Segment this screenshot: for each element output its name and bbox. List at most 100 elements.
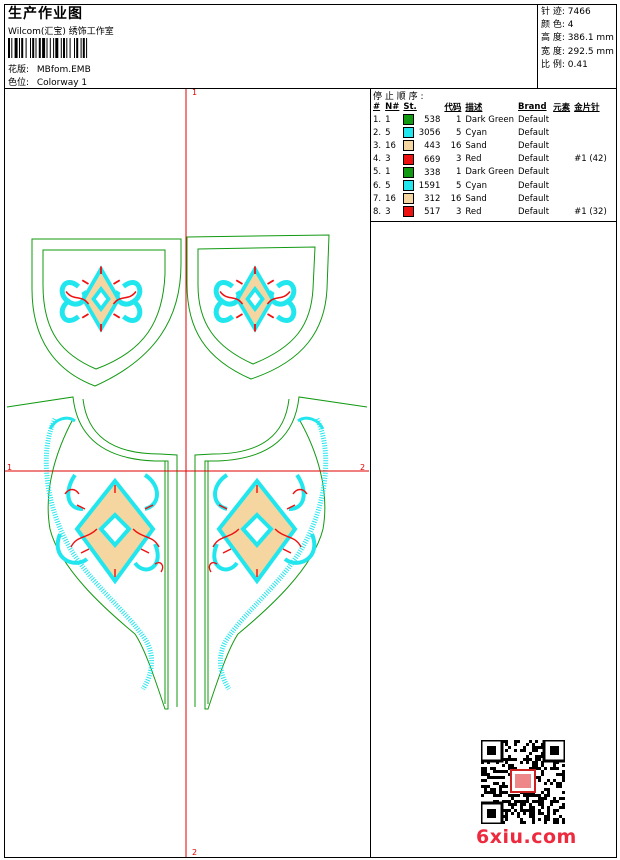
stat-stitches: 针 迹: 7466 <box>541 7 591 17</box>
color-swatch <box>403 140 415 152</box>
color-swatch <box>403 206 415 218</box>
page-title: 生产作业图 <box>8 6 83 22</box>
stitch-count: 3056 <box>418 128 441 139</box>
stop-sequence-table: # N# St. 代码 描述 Brand 元素 金片针 1. 1 538 1 Dark Green De… <box>371 100 609 219</box>
column-header: # <box>373 101 381 112</box>
company-name: Wilcom(汇宝) 绣饰工作室 <box>8 27 114 37</box>
stat-colors: 颜 色: 4 <box>541 20 574 31</box>
cell-seq: #1 (32) <box>574 206 607 217</box>
stats-panel: 针 迹: 7466 颜 色: 4 高 度: 386.1 mm 宽 度: 292.… <box>541 6 614 72</box>
cell-seq <box>572 192 609 205</box>
cell-brand: Default <box>518 167 550 178</box>
cell-desc: Sand <box>465 140 487 151</box>
column-header: N# <box>385 101 400 112</box>
stitch-count: 312 <box>424 194 441 205</box>
cell-desc: Cyan <box>465 180 487 191</box>
cell-elem <box>551 139 572 152</box>
cell-idx: 5. <box>373 167 382 178</box>
stats-divider <box>537 5 538 88</box>
cell-elem <box>551 192 572 205</box>
cell-elem <box>551 166 572 179</box>
cell-code: 16 <box>450 193 462 204</box>
stat-scale: 比 例: 0.41 <box>541 59 588 70</box>
colorway-name: Colorway 1 <box>36 78 88 88</box>
cell-desc: Cyan <box>465 127 487 138</box>
cell-n: 5 <box>385 180 391 191</box>
axis-label-right: 2 <box>360 463 366 472</box>
embroidery-design <box>5 89 369 857</box>
table-row: 6. 5 1591 5 Cyan Default <box>371 179 609 192</box>
stitch-count: 517 <box>424 207 441 218</box>
cell-idx: 6. <box>373 180 382 191</box>
qr-code <box>481 740 565 824</box>
stitch-count: 1591 <box>418 181 441 192</box>
axis-label-top: 1 <box>192 88 198 97</box>
cell-idx: 2. <box>373 127 382 138</box>
left-shield-motif <box>62 267 140 332</box>
cell-code: 1 <box>455 167 462 178</box>
table-row: 7. 16 312 16 Sand Default <box>371 192 609 205</box>
cell-idx: 8. <box>373 206 382 217</box>
cell-seq <box>572 126 609 139</box>
right-shield <box>186 234 330 380</box>
cell-elem <box>551 153 572 166</box>
table-row: 4. 3 669 3 Red Default #1 (42) <box>371 153 609 166</box>
color-swatch <box>403 114 415 126</box>
cell-desc: Dark Green <box>465 167 515 178</box>
cell-code: 3 <box>455 206 462 217</box>
right-shield-motif <box>216 267 294 332</box>
cell-brand: Default <box>518 114 550 125</box>
design-filename: MBfom.EMB <box>36 65 91 75</box>
colorway-line: 色位: Colorway 1 <box>8 75 87 88</box>
table-row: 2. 5 3056 5 Cyan Default <box>371 126 609 139</box>
table-row: 3. 16 443 16 Sand Default <box>371 139 609 152</box>
table-row: 8. 3 517 3 Red Default #1 (32) <box>371 205 609 218</box>
color-swatch <box>403 127 415 139</box>
cell-n: 1 <box>385 167 391 178</box>
cell-n: 5 <box>385 127 391 138</box>
color-swatch <box>403 193 415 205</box>
column-header: Brand <box>518 101 547 112</box>
cell-brand: Default <box>518 193 550 204</box>
cell-code: 5 <box>455 127 462 138</box>
column-header: 金片针 <box>574 102 600 113</box>
cell-elem <box>551 113 572 126</box>
cell-code: 1 <box>455 114 462 125</box>
right-front-panel <box>194 396 368 710</box>
cell-n: 16 <box>385 193 396 204</box>
cell-brand: Default <box>518 154 550 165</box>
stitch-count: 669 <box>424 154 441 165</box>
stitch-count: 538 <box>424 115 441 126</box>
cell-seq <box>572 166 609 179</box>
stitch-count: 443 <box>424 141 441 152</box>
cell-idx: 1. <box>373 114 382 125</box>
cell-desc: Sand <box>465 193 487 204</box>
stitch-count: 338 <box>424 167 441 178</box>
table-header: # N# St. 代码 描述 Brand 元素 金片针 <box>371 100 609 113</box>
cell-code: 5 <box>455 180 462 191</box>
cell-desc: Red <box>465 206 482 217</box>
cell-n: 3 <box>385 206 391 217</box>
cell-brand: Default <box>518 206 550 217</box>
watermark-brand: 6xiu.com <box>476 826 577 848</box>
column-header: 元素 <box>553 102 571 113</box>
cell-seq <box>572 113 609 126</box>
cell-n: 1 <box>385 114 391 125</box>
left-shield <box>31 238 182 387</box>
cell-elem <box>551 179 572 192</box>
color-swatch <box>403 166 415 178</box>
column-header: St. <box>403 101 417 112</box>
cell-brand: Default <box>518 127 550 138</box>
cell-elem <box>551 205 572 218</box>
stat-height: 高 度: 386.1 mm <box>541 33 614 44</box>
cell-code: 3 <box>455 154 462 165</box>
cell-seq <box>572 139 609 152</box>
cell-code: 16 <box>450 140 462 151</box>
color-swatch <box>403 153 415 165</box>
cell-brand: Default <box>518 140 550 151</box>
color-swatch <box>403 180 415 192</box>
left-front-panel <box>6 396 178 710</box>
table-row: 5. 1 338 1 Dark Green Default <box>371 166 609 179</box>
column-header: 描述 <box>465 102 483 113</box>
cell-idx: 4. <box>373 154 382 165</box>
